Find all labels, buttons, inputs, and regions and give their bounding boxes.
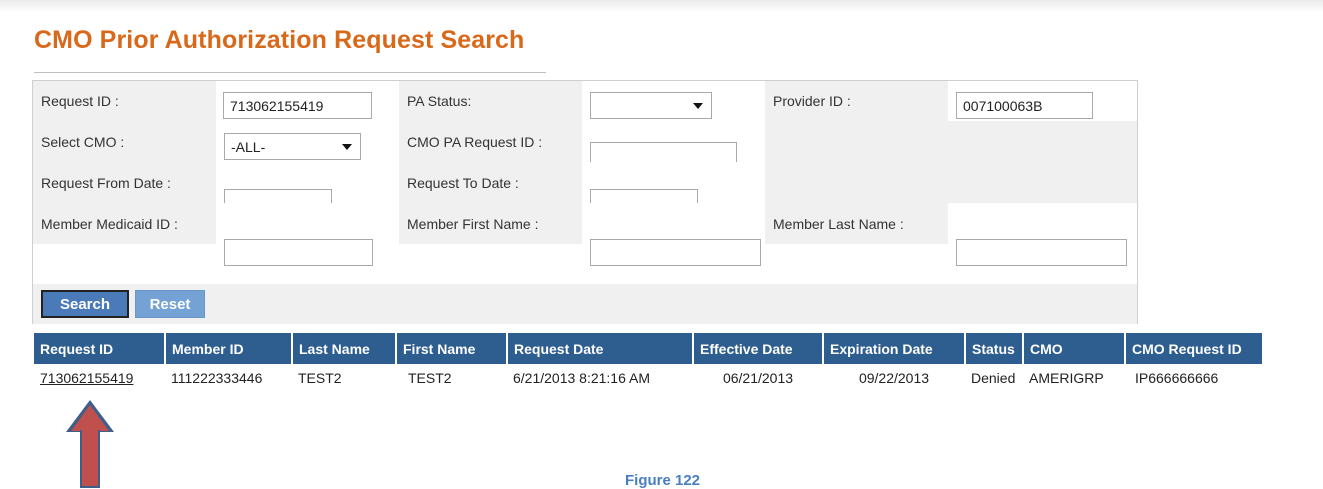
column-header[interactable]: Request Date xyxy=(507,333,694,364)
search-button[interactable]: Search xyxy=(41,290,129,318)
column-header[interactable]: Expiration Date xyxy=(823,333,966,364)
cmo-request-id-cell: IP666666666 xyxy=(1135,370,1219,386)
results-table: Request ID Member ID Last Name First Nam… xyxy=(34,333,1262,392)
pa-status-label: PA Status: xyxy=(399,81,582,121)
chevron-down-icon xyxy=(342,143,352,150)
last-name-cell: TEST2 xyxy=(298,370,342,386)
button-row: Search Reset xyxy=(33,284,1137,324)
member-first-name-cell xyxy=(582,203,765,244)
expiration-date-cell: 09/22/2013 xyxy=(858,370,930,386)
table-row: 713062155419 111222333446 TEST2 TEST2 6/… xyxy=(34,364,1262,392)
reset-button[interactable]: Reset xyxy=(135,290,205,318)
up-arrow-icon-fill xyxy=(71,405,109,431)
empty-cell xyxy=(765,162,1137,203)
select-cmo-label: Select CMO : xyxy=(33,121,216,162)
member-id-cell: 111222333446 xyxy=(171,370,263,386)
search-form: Request ID : 713062155419 PA Status: Pro… xyxy=(32,80,1138,324)
column-header[interactable]: Member ID xyxy=(165,333,293,364)
column-header[interactable]: CMO Request ID xyxy=(1125,333,1262,364)
request-from-date-label: Request From Date : xyxy=(33,162,216,203)
effective-date-cell: 06/21/2013 xyxy=(722,370,794,386)
column-header[interactable]: CMO xyxy=(1023,333,1126,364)
column-header[interactable]: Request ID xyxy=(34,333,166,364)
column-header[interactable]: First Name xyxy=(396,333,508,364)
member-first-name-label: Member First Name : xyxy=(399,203,582,244)
page-title: CMO Prior Authorization Request Search xyxy=(34,26,525,54)
request-id-label: Request ID : xyxy=(33,81,216,121)
up-arrow-shaft xyxy=(80,430,100,488)
provider-id-label: Provider ID : xyxy=(765,81,948,121)
column-header[interactable]: Status xyxy=(965,333,1024,364)
member-last-name-label: Member Last Name : xyxy=(765,203,948,244)
request-id-link[interactable]: 713062155419 xyxy=(34,364,165,392)
figure-caption: Figure 122 xyxy=(625,472,701,489)
top-band xyxy=(0,0,1323,12)
title-divider xyxy=(34,72,546,73)
column-header[interactable]: Effective Date xyxy=(693,333,824,364)
request-date-cell: 6/21/2013 8:21:16 AM xyxy=(513,370,650,386)
request-to-date-label: Request To Date : xyxy=(399,162,582,203)
first-name-cell: TEST2 xyxy=(408,370,452,386)
column-header[interactable]: Last Name xyxy=(292,333,397,364)
empty-cell xyxy=(765,121,1137,162)
select-cmo-select[interactable]: -ALL- xyxy=(224,133,361,160)
member-medicaid-id-input[interactable] xyxy=(224,239,373,266)
cmo-cell: AMERIGRP xyxy=(1029,370,1104,386)
member-medicaid-id-label: Member Medicaid ID : xyxy=(33,203,216,244)
member-last-name-input[interactable] xyxy=(956,239,1127,266)
pa-status-select[interactable] xyxy=(590,92,712,119)
status-cell: Denied xyxy=(971,370,1016,386)
select-cmo-value: -ALL- xyxy=(231,138,266,155)
member-medicaid-id-cell xyxy=(216,203,399,244)
member-first-name-input[interactable] xyxy=(590,239,761,266)
member-last-name-cell xyxy=(948,203,1137,244)
results-header-row: Request ID Member ID Last Name First Nam… xyxy=(34,333,1262,364)
cmo-pa-request-id-label: CMO PA Request ID : xyxy=(399,121,582,162)
provider-id-input[interactable]: 007100063B xyxy=(956,92,1093,119)
request-id-input[interactable]: 713062155419 xyxy=(223,92,372,119)
chevron-down-icon xyxy=(693,102,703,109)
